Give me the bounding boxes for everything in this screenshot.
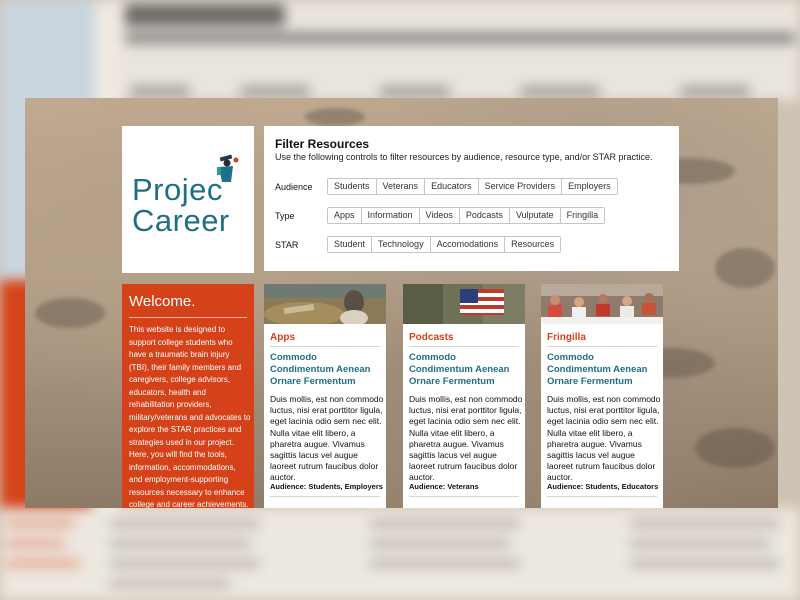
us-flag-icon [460, 289, 504, 315]
filter-title: Filter Resources [275, 137, 370, 151]
resource-card-apps[interactable]: Apps Commodo Condimentum Aenean Ornare F… [264, 284, 386, 508]
chip-information[interactable]: Information [360, 208, 419, 223]
hero-overlay: Projec Career Filter Resources Use the f… [25, 98, 778, 508]
chip-veterans[interactable]: Veterans [375, 179, 425, 194]
filter-panel: Filter Resources Use the following contr… [264, 126, 679, 271]
card-image-fringilla [541, 284, 663, 324]
divider [270, 346, 380, 347]
divider [129, 317, 247, 318]
card-category: Podcasts [409, 332, 454, 343]
card-audience: Audience: Students, Educators [547, 482, 659, 491]
logo-wordmark: Projec Career [132, 174, 230, 236]
filter-row-audience: Audience Students Veterans Educators Ser… [275, 178, 618, 195]
card-body: Duis mollis, est non commodo luctus, nis… [547, 394, 661, 483]
chip-videos[interactable]: Videos [418, 208, 459, 223]
star-chip-group: Student Technology Accomodations Resourc… [327, 236, 562, 253]
chip-service-providers[interactable]: Service Providers [477, 179, 562, 194]
divider [409, 496, 519, 497]
resource-card-fringilla[interactable]: Fringilla Commodo Condimentum Aenean Orn… [541, 284, 663, 508]
chip-student[interactable]: Student [328, 237, 372, 252]
filter-label-audience: Audience [275, 181, 313, 192]
audience-chip-group: Students Veterans Educators Service Prov… [327, 178, 618, 195]
chip-technology[interactable]: Technology [371, 237, 430, 252]
card-body: Duis mollis, est non commodo luctus, nis… [270, 394, 384, 483]
resource-card-podcasts[interactable]: Podcasts Commodo Condimentum Aenean Orna… [403, 284, 525, 508]
card-title-link[interactable]: Commodo Condimentum Aenean Ornare Fermen… [270, 352, 382, 388]
card-audience: Audience: Students, Employers [270, 482, 383, 491]
filter-description: Use the following controls to filter res… [275, 152, 653, 162]
chip-podcasts[interactable]: Podcasts [458, 208, 509, 223]
welcome-heading: Welcome. [129, 293, 196, 310]
logo-line-1: Projec [132, 172, 223, 207]
divider [547, 346, 657, 347]
card-body: Duis mollis, est non commodo luctus, nis… [409, 394, 523, 483]
logo[interactable]: Projec Career [122, 126, 254, 273]
welcome-body: This website is designed to support coll… [129, 325, 251, 508]
chip-educators[interactable]: Educators [424, 179, 478, 194]
chip-accomodations[interactable]: Accomodations [429, 237, 505, 252]
chip-students[interactable]: Students [328, 179, 376, 194]
card-audience: Audience: Veterans [409, 482, 479, 491]
divider [409, 346, 519, 347]
card-title-link[interactable]: Commodo Condimentum Aenean Ornare Fermen… [409, 352, 521, 388]
divider [270, 496, 380, 497]
chip-fringilla[interactable]: Fringilla [559, 208, 605, 223]
type-chip-group: Apps Information Videos Podcasts Vulputa… [327, 207, 606, 224]
chip-resources[interactable]: Resources [504, 237, 561, 252]
card-category: Apps [270, 332, 295, 343]
chip-vulputate[interactable]: Vulputate [508, 208, 560, 223]
filter-label-type: Type [275, 210, 295, 221]
card-image-apps [264, 284, 386, 324]
chip-apps[interactable]: Apps [328, 208, 361, 223]
divider [547, 496, 657, 497]
card-image-podcasts [403, 284, 525, 324]
card-title-link[interactable]: Commodo Condimentum Aenean Ornare Fermen… [547, 352, 659, 388]
filter-row-star: STAR Student Technology Accomodations Re… [275, 236, 562, 253]
filter-row-type: Type Apps Information Videos Podcasts Vu… [275, 207, 606, 224]
chip-employers[interactable]: Employers [561, 179, 617, 194]
filter-label-star: STAR [275, 239, 299, 250]
card-category: Fringilla [547, 332, 586, 343]
logo-line-2: Career [132, 203, 230, 238]
welcome-panel: Welcome. This website is designed to sup… [122, 284, 254, 508]
